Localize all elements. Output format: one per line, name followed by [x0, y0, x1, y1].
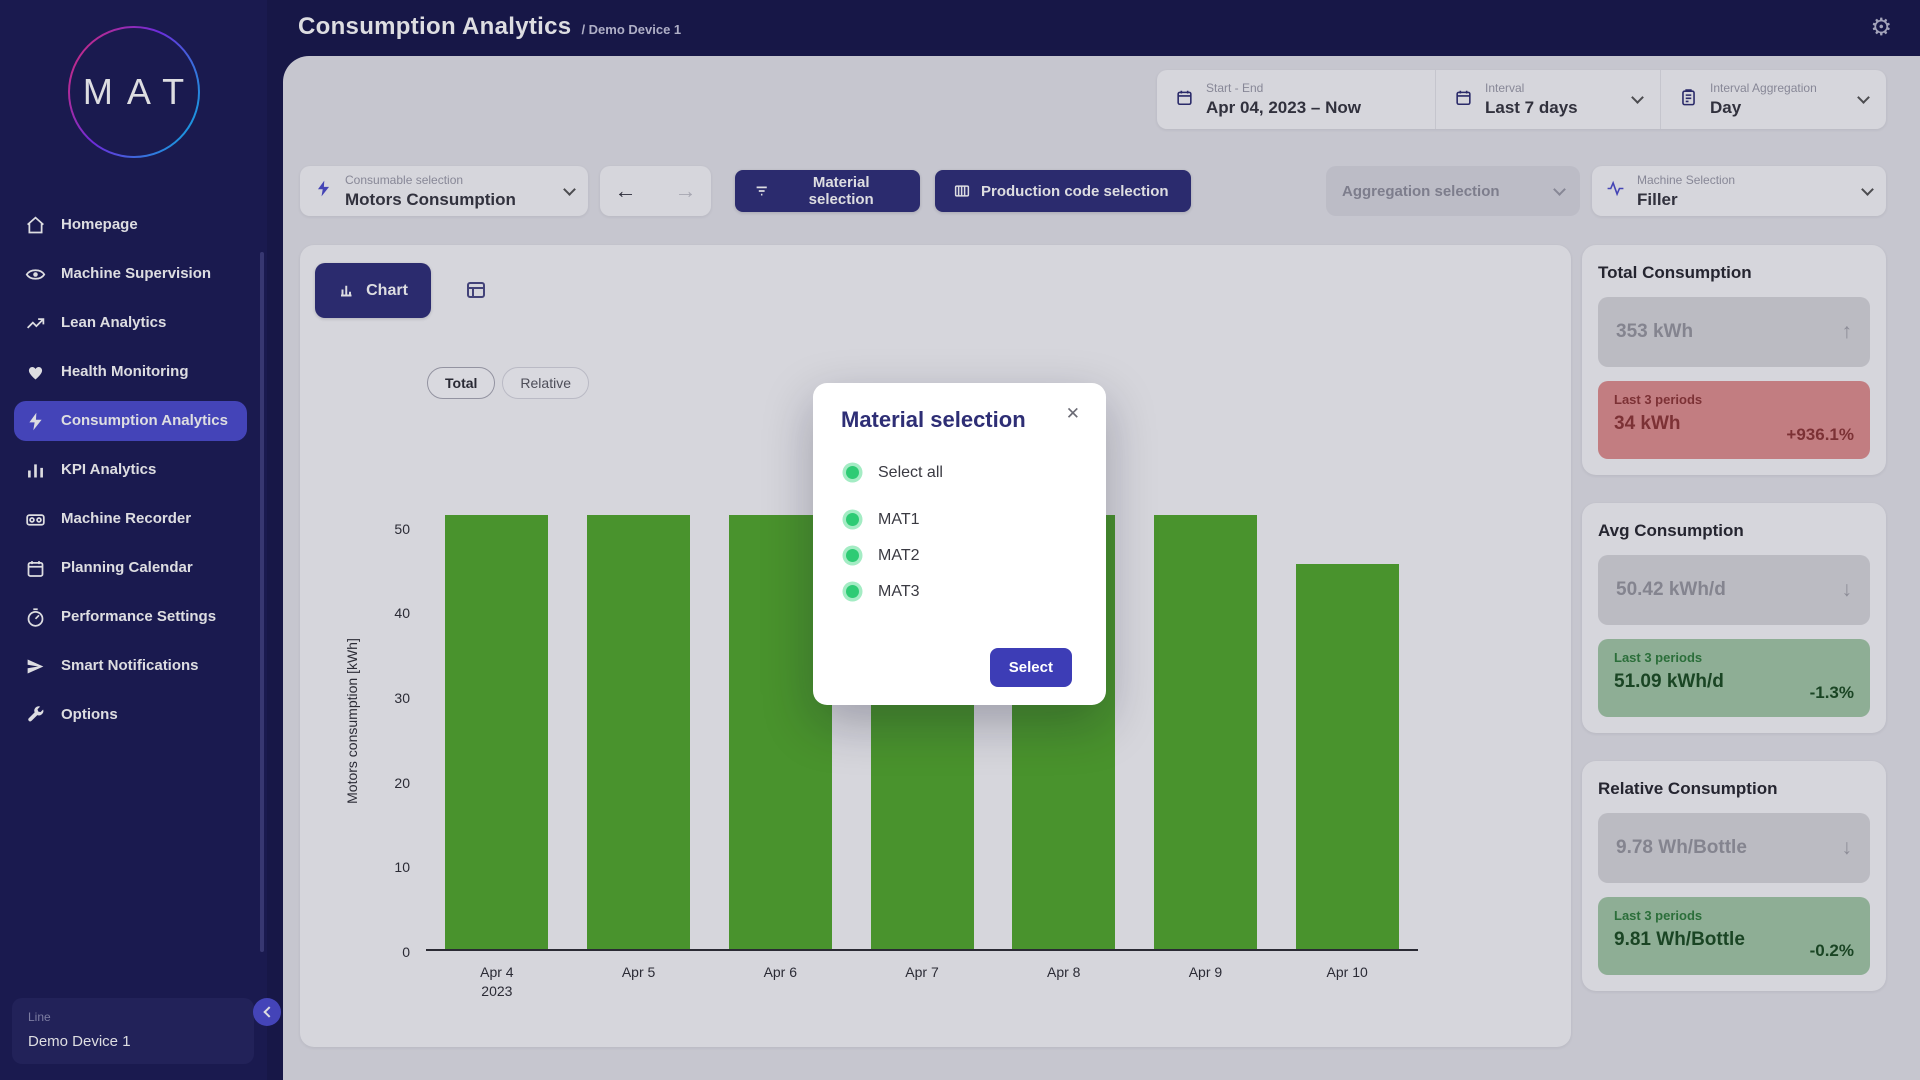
- material-option[interactable]: MAT1: [841, 508, 1078, 531]
- material-option[interactable]: MAT2: [841, 544, 1078, 567]
- material-option-label: MAT1: [878, 511, 919, 529]
- radio-checked-icon: [846, 585, 859, 598]
- select-all-option[interactable]: Select all: [841, 461, 1078, 484]
- close-icon[interactable]: ✕: [1060, 403, 1086, 425]
- material-option-label: MAT3: [878, 583, 919, 601]
- material-options: MAT1 MAT2 MAT3: [841, 508, 1078, 603]
- radio-checked-icon: [846, 513, 859, 526]
- select-button[interactable]: Select: [990, 648, 1072, 687]
- modal-title: Material selection: [841, 407, 1078, 433]
- material-selection-modal: Material selection ✕ Select all MAT1 MAT…: [813, 383, 1106, 705]
- radio-checked-icon: [846, 549, 859, 562]
- radio-checked-icon: [846, 466, 859, 479]
- material-option[interactable]: MAT3: [841, 580, 1078, 603]
- select-all-label: Select all: [878, 464, 943, 482]
- material-option-label: MAT2: [878, 547, 919, 565]
